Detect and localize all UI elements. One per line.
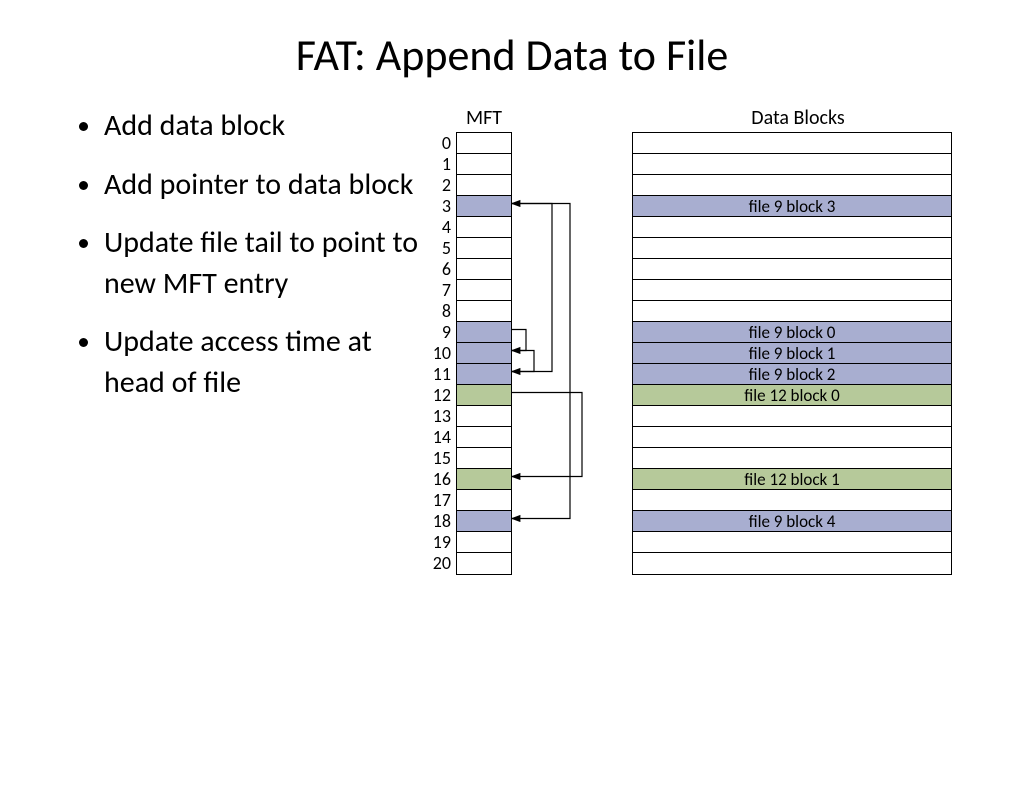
data-block-row: file 9 block 1 [633, 343, 951, 364]
data-blocks-heading: Data Blocks [632, 106, 964, 130]
mft-row: 18 [457, 511, 511, 532]
data-block-row: file 12 block 0 [633, 385, 951, 406]
mft-index-label: 17 [427, 490, 451, 511]
mft-index-label: 7 [427, 280, 451, 301]
bullet-item: Update access time at head of file [104, 322, 420, 403]
mft-index-label: 2 [427, 175, 451, 196]
mft-row: 13 [457, 406, 511, 427]
bullet-item: Update file tail to point to new MFT ent… [104, 223, 420, 304]
data-block-row [633, 553, 951, 574]
mft-index-label: 4 [427, 217, 451, 238]
data-block-row [633, 238, 951, 259]
mft-row: 3 [457, 196, 511, 217]
data-block-row [633, 259, 951, 280]
data-block-row [633, 301, 951, 322]
mft-index-label: 8 [427, 301, 451, 322]
mft-row: 11 [457, 364, 511, 385]
mft-row: 5 [457, 238, 511, 259]
mft-index-label: 14 [427, 427, 451, 448]
mft-row: 14 [457, 427, 511, 448]
slide-title: FAT: Append Data to File [0, 28, 1024, 82]
data-block-row [633, 427, 951, 448]
mft-index-label: 0 [427, 133, 451, 154]
mft-index-label: 1 [427, 154, 451, 175]
mft-row: 4 [457, 217, 511, 238]
mft-index-label: 13 [427, 406, 451, 427]
bullet-list: Add data block Add pointer to data block U… [80, 106, 420, 575]
data-block-row [633, 490, 951, 511]
mft-row: 17 [457, 490, 511, 511]
data-block-row [633, 175, 951, 196]
mft-row: 9 [457, 322, 511, 343]
mft-index-label: 19 [427, 532, 451, 553]
data-block-row [633, 448, 951, 469]
mft-row: 7 [457, 280, 511, 301]
mft-index-label: 12 [427, 385, 451, 406]
data-block-row [633, 154, 951, 175]
mft-index-label: 3 [427, 196, 451, 217]
data-block-row [633, 217, 951, 238]
mft-index-label: 11 [427, 364, 451, 385]
mft-row: 20 [457, 553, 511, 574]
data-block-row: file 9 block 0 [633, 322, 951, 343]
mft-index-label: 5 [427, 238, 451, 259]
data-block-row [633, 406, 951, 427]
mft-table: 01234567891011121314151617181920 [456, 132, 512, 575]
mft-row: 6 [457, 259, 511, 280]
data-block-row: file 9 block 3 [633, 196, 951, 217]
mft-row: 16 [457, 469, 511, 490]
mft-row: 10 [457, 343, 511, 364]
mft-row: 8 [457, 301, 511, 322]
diagram: MFT 01234567891011121314151617181920 Dat… [450, 106, 964, 575]
mft-heading: MFT [456, 106, 512, 130]
mft-index-label: 10 [427, 343, 451, 364]
data-block-row: file 9 block 4 [633, 511, 951, 532]
mft-row: 0 [457, 133, 511, 154]
data-block-row: file 12 block 1 [633, 469, 951, 490]
data-block-row [633, 532, 951, 553]
mft-row: 1 [457, 154, 511, 175]
mft-index-label: 6 [427, 259, 451, 280]
mft-row: 12 [457, 385, 511, 406]
mft-row: 15 [457, 448, 511, 469]
mft-row: 19 [457, 532, 511, 553]
bullet-item: Add data block [104, 106, 420, 147]
mft-index-label: 18 [427, 511, 451, 532]
mft-row: 2 [457, 175, 511, 196]
bullet-item: Add pointer to data block [104, 165, 420, 206]
data-blocks-table: file 9 block 3file 9 block 0file 9 block… [632, 132, 952, 575]
mft-index-label: 16 [427, 469, 451, 490]
mft-index-label: 15 [427, 448, 451, 469]
data-block-row [633, 133, 951, 154]
mft-index-label: 9 [427, 322, 451, 343]
mft-index-label: 20 [427, 553, 451, 574]
data-block-row [633, 280, 951, 301]
data-block-row: file 9 block 2 [633, 364, 951, 385]
